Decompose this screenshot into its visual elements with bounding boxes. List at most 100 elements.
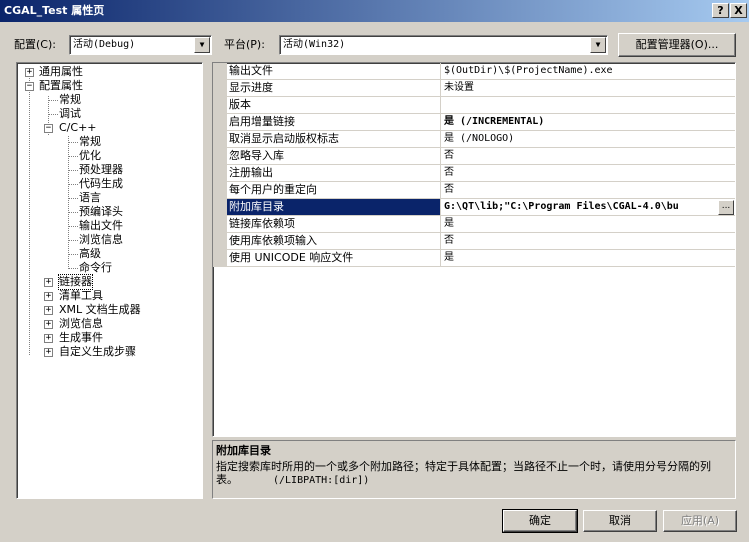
- property-row[interactable]: 每个用户的重定向 否: [213, 182, 735, 199]
- property-value[interactable]: 是 (/NOLOGO): [441, 131, 735, 148]
- property-name: 版本: [227, 97, 441, 114]
- description-switch: (/LIBPATH:[dir]): [273, 475, 370, 486]
- tree-guide: [68, 184, 78, 185]
- property-value[interactable]: 否: [441, 148, 735, 165]
- ok-button[interactable]: 确定: [502, 509, 578, 533]
- property-row[interactable]: 链接库依赖项 是: [213, 216, 735, 233]
- description-title: 附加库目录: [216, 444, 271, 457]
- config-select[interactable]: 活动(Debug) ▼: [69, 35, 212, 55]
- description-panel: 附加库目录 指定搜索库时所用的一个或多个附加路径；特定于具体配置；当路径不止一个…: [212, 440, 736, 499]
- tree-item-cpp-child[interactable]: 预编译头: [79, 205, 123, 219]
- tree-item-general[interactable]: 通用属性: [39, 65, 83, 79]
- tree-item-cpp-child[interactable]: 常规: [79, 135, 101, 149]
- property-row[interactable]: 显示进度 未设置: [213, 80, 735, 97]
- tree-item-linker[interactable]: 链接器: [58, 274, 93, 290]
- platform-select[interactable]: 活动(Win32) ▼: [279, 35, 608, 55]
- property-row[interactable]: 输出文件 $(OutDir)\$(ProjectName).exe: [213, 63, 735, 80]
- tree-guide: [68, 254, 78, 255]
- tree-item-config-props[interactable]: 配置属性: [39, 79, 83, 93]
- tree-guide: [68, 240, 78, 241]
- tree-item-cpp-child[interactable]: 语言: [79, 191, 101, 205]
- expand-plus-icon[interactable]: +: [44, 334, 53, 343]
- collapse-minus-icon[interactable]: −: [25, 82, 34, 91]
- property-name: 启用增量链接: [227, 114, 441, 131]
- property-value[interactable]: 否: [441, 165, 735, 182]
- property-name: 显示进度: [227, 80, 441, 97]
- tree-item-custom-build[interactable]: 自定义生成步骤: [59, 345, 136, 359]
- tree-guide: [68, 156, 78, 157]
- tree-guide: [68, 226, 78, 227]
- tree-guide: [68, 198, 78, 199]
- expand-plus-icon[interactable]: +: [44, 278, 53, 287]
- tree-item-normal[interactable]: 常规: [59, 93, 81, 107]
- tree-guide: [68, 170, 78, 171]
- chevron-down-icon[interactable]: ▼: [194, 37, 210, 53]
- tree-item-cpp-child[interactable]: 命令行: [79, 261, 112, 275]
- tree-guide: [48, 114, 58, 115]
- cancel-button[interactable]: 取消: [583, 510, 657, 532]
- property-value[interactable]: 否: [441, 182, 735, 199]
- expand-plus-icon[interactable]: +: [44, 348, 53, 357]
- expand-plus-icon[interactable]: +: [44, 306, 53, 315]
- apply-button[interactable]: 应用(A): [663, 510, 737, 532]
- tree-item-build-events[interactable]: 生成事件: [59, 331, 103, 345]
- expand-plus-icon[interactable]: +: [44, 320, 53, 329]
- property-row[interactable]: 注册输出 否: [213, 165, 735, 182]
- window-title: CGAL_Test 属性页: [4, 4, 105, 17]
- collapse-minus-icon[interactable]: −: [44, 124, 53, 133]
- property-row[interactable]: 版本: [213, 97, 735, 114]
- description-text: 指定搜索库时所用的一个或多个附加路径；特定于具体配置；当路径不止一个时，请使用分…: [216, 460, 732, 487]
- property-row-selected[interactable]: 附加库目录 G:\QT\lib;"C:\Program Files\CGAL-4…: [213, 199, 735, 216]
- tree-item-cpp-child[interactable]: 预处理器: [79, 163, 123, 177]
- property-name: 链接库依赖项: [227, 216, 441, 233]
- property-name: 每个用户的重定向: [227, 182, 441, 199]
- platform-label: 平台(P):: [224, 38, 265, 51]
- property-value[interactable]: $(OutDir)\$(ProjectName).exe: [441, 63, 735, 80]
- tree-guide: [68, 268, 78, 269]
- tree-item-cpp-child[interactable]: 代码生成: [79, 177, 123, 191]
- property-row[interactable]: 取消显示启动版权标志 是 (/NOLOGO): [213, 131, 735, 148]
- property-row[interactable]: 启用增量链接 是 (/INCREMENTAL): [213, 114, 735, 131]
- browse-ellipsis-button[interactable]: ...: [718, 200, 734, 215]
- tree-item-cpp-child[interactable]: 输出文件: [79, 219, 123, 233]
- property-row[interactable]: 使用库依赖项输入 否: [213, 233, 735, 250]
- expand-plus-icon[interactable]: +: [25, 68, 34, 77]
- property-name: 注册输出: [227, 165, 441, 182]
- property-name: 忽略导入库: [227, 148, 441, 165]
- property-value[interactable]: 未设置: [441, 80, 735, 97]
- property-row[interactable]: 忽略导入库 否: [213, 148, 735, 165]
- tree-item-cpp-child[interactable]: 高级: [79, 247, 101, 261]
- platform-select-value: 活动(Win32): [283, 39, 346, 50]
- tree-guide: [48, 100, 58, 101]
- property-value[interactable]: 是: [441, 216, 735, 233]
- tree-item-cpp-child[interactable]: 浏览信息: [79, 233, 123, 247]
- tree-guide: [68, 142, 78, 143]
- tree-item-manifest[interactable]: 清单工具: [59, 289, 103, 303]
- chevron-down-icon[interactable]: ▼: [590, 37, 606, 53]
- expand-plus-icon[interactable]: +: [44, 292, 53, 301]
- property-name: 使用 UNICODE 响应文件: [227, 250, 441, 267]
- tree-item-cpp-child[interactable]: 优化: [79, 149, 101, 163]
- property-name: 使用库依赖项输入: [227, 233, 441, 250]
- tree-item-xml-doc[interactable]: XML 文档生成器: [59, 303, 141, 317]
- help-button[interactable]: ?: [712, 3, 729, 18]
- property-name: 取消显示启动版权标志: [227, 131, 441, 148]
- property-value[interactable]: 是 (/INCREMENTAL): [441, 114, 735, 131]
- config-label: 配置(C):: [14, 38, 56, 51]
- property-value[interactable]: [441, 97, 735, 114]
- tree-guide: [68, 212, 78, 213]
- settings-tree[interactable]: + 通用属性 − 配置属性 常规 调试 − C/C++ 常规 优化 预处理器 代…: [16, 62, 203, 499]
- config-manager-button[interactable]: 配置管理器(O)...: [618, 33, 736, 57]
- tree-item-cpp[interactable]: C/C++: [59, 121, 97, 135]
- property-name: 输出文件: [227, 63, 441, 80]
- tree-item-browse[interactable]: 浏览信息: [59, 317, 103, 331]
- property-value-input[interactable]: G:\QT\lib;"C:\Program Files\CGAL-4.0\bu: [441, 199, 735, 216]
- tree-item-debug[interactable]: 调试: [59, 107, 81, 121]
- property-value[interactable]: 否: [441, 233, 735, 250]
- close-button[interactable]: X: [730, 3, 747, 18]
- property-value[interactable]: 是: [441, 250, 735, 267]
- config-select-value: 活动(Debug): [73, 39, 136, 50]
- property-row[interactable]: 使用 UNICODE 响应文件 是: [213, 250, 735, 267]
- title-bar: CGAL_Test 属性页 ? X: [0, 0, 749, 22]
- property-name: 附加库目录: [227, 199, 441, 216]
